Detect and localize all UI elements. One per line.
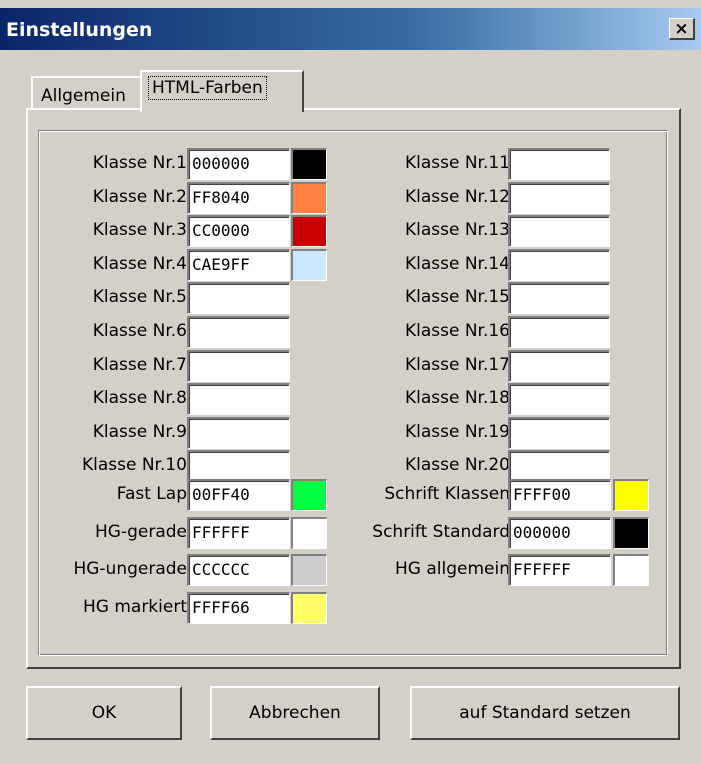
fast-lap-label: Fast Lap bbox=[116, 484, 187, 504]
class-12-label: Klasse Nr.12 bbox=[404, 187, 510, 207]
class-1-input[interactable]: 000000 bbox=[187, 148, 290, 180]
hg-markiert-label: HG markiert bbox=[82, 597, 187, 617]
window-title: Einstellungen bbox=[6, 19, 153, 41]
cancel-button[interactable]: Abbrechen bbox=[210, 686, 380, 740]
tab-general-label: Allgemein bbox=[41, 86, 126, 106]
class-1-color-swatch[interactable] bbox=[291, 148, 327, 180]
hg-allgemein-color-swatch[interactable] bbox=[613, 554, 649, 586]
class-19-label: Klasse Nr.19 bbox=[404, 422, 510, 442]
class-17-input[interactable] bbox=[508, 350, 610, 382]
class-2-input[interactable]: FF8040 bbox=[187, 182, 290, 214]
schrift-standard-input[interactable]: 000000 bbox=[508, 517, 611, 549]
class-15-input[interactable] bbox=[508, 282, 610, 314]
class-15-label: Klasse Nr.15 bbox=[404, 287, 510, 307]
hg-allgemein-input[interactable]: FFFFFF bbox=[508, 554, 611, 586]
tab-html-colors[interactable]: HTML-Farben bbox=[140, 70, 304, 112]
class-16-label: Klasse Nr.16 bbox=[404, 321, 510, 341]
schrift-klassen-input[interactable]: FFFF00 bbox=[508, 479, 611, 511]
class-4-input[interactable]: CAE9FF bbox=[187, 249, 290, 281]
fast-lap-input[interactable]: 00FF40 bbox=[187, 479, 290, 511]
ok-button[interactable]: OK bbox=[26, 686, 182, 740]
hg-markiert-color-swatch[interactable] bbox=[291, 592, 327, 624]
hg-ungerade-label: HG-ungerade bbox=[73, 559, 187, 579]
class-8-input[interactable] bbox=[187, 383, 290, 415]
tab-html-colors-label: HTML-Farben bbox=[148, 76, 267, 100]
hg-ungerade-input[interactable]: CCCCCC bbox=[187, 554, 290, 586]
hg-markiert-input[interactable]: FFFF66 bbox=[187, 592, 290, 624]
class-20-input[interactable] bbox=[508, 450, 610, 482]
title-bar: Einstellungen × bbox=[0, 8, 701, 50]
hg-allgemein-label: HG allgemein bbox=[395, 559, 510, 579]
class-3-label: Klasse Nr.3 bbox=[92, 220, 187, 240]
settings-dialog: Einstellungen × Allgemein HTML-Farben Kl… bbox=[0, 0, 701, 764]
class-2-label: Klasse Nr.2 bbox=[92, 187, 187, 207]
class-8-label: Klasse Nr.8 bbox=[92, 388, 187, 408]
class-16-input[interactable] bbox=[508, 316, 610, 348]
hg-gerade-color-swatch[interactable] bbox=[291, 517, 327, 549]
class-19-input[interactable] bbox=[508, 417, 610, 449]
reset-defaults-button[interactable]: auf Standard setzen bbox=[410, 686, 680, 740]
class-14-label: Klasse Nr.14 bbox=[404, 254, 510, 274]
class-4-label: Klasse Nr.4 bbox=[92, 254, 187, 274]
class-4-color-swatch[interactable] bbox=[291, 249, 327, 281]
hg-gerade-input[interactable]: FFFFFF bbox=[187, 517, 290, 549]
class-12-input[interactable] bbox=[508, 182, 610, 214]
class-14-input[interactable] bbox=[508, 249, 610, 281]
class-1-label: Klasse Nr.1 bbox=[92, 153, 187, 173]
class-6-input[interactable] bbox=[187, 316, 290, 348]
class-11-input[interactable] bbox=[508, 148, 610, 180]
schrift-standard-color-swatch[interactable] bbox=[613, 517, 649, 549]
class-13-input[interactable] bbox=[508, 215, 610, 247]
class-9-label: Klasse Nr.9 bbox=[92, 422, 187, 442]
class-9-input[interactable] bbox=[187, 417, 290, 449]
schrift-standard-label: Schrift Standard bbox=[372, 522, 510, 542]
class-7-label: Klasse Nr.7 bbox=[92, 355, 187, 375]
class-17-label: Klasse Nr.17 bbox=[404, 355, 510, 375]
class-2-color-swatch[interactable] bbox=[291, 182, 327, 214]
class-20-label: Klasse Nr.20 bbox=[404, 455, 510, 475]
class-11-label: Klasse Nr.11 bbox=[404, 153, 510, 173]
schrift-klassen-color-swatch[interactable] bbox=[613, 479, 649, 511]
schrift-klassen-label: Schrift Klassen bbox=[384, 484, 510, 504]
class-3-color-swatch[interactable] bbox=[291, 215, 327, 247]
class-5-input[interactable] bbox=[187, 282, 290, 314]
class-6-label: Klasse Nr.6 bbox=[92, 321, 187, 341]
close-button[interactable]: × bbox=[669, 18, 695, 40]
class-5-label: Klasse Nr.5 bbox=[92, 287, 187, 307]
hg-gerade-label: HG-gerade bbox=[95, 522, 187, 542]
class-13-label: Klasse Nr.13 bbox=[404, 220, 510, 240]
tab-panel: Klasse Nr.1 000000 Klasse Nr.2 FF8040 Klasse… bbox=[26, 108, 681, 669]
class-18-input[interactable] bbox=[508, 383, 610, 415]
class-10-label: Klasse Nr.10 bbox=[81, 455, 187, 475]
tab-general[interactable]: Allgemein bbox=[31, 76, 142, 110]
class-3-input[interactable]: CC0000 bbox=[187, 215, 290, 247]
class-7-input[interactable] bbox=[187, 350, 290, 382]
hg-ungerade-color-swatch[interactable] bbox=[291, 554, 327, 586]
fast-lap-color-swatch[interactable] bbox=[291, 479, 327, 511]
class-18-label: Klasse Nr.18 bbox=[404, 388, 510, 408]
class-10-input[interactable] bbox=[187, 450, 290, 482]
